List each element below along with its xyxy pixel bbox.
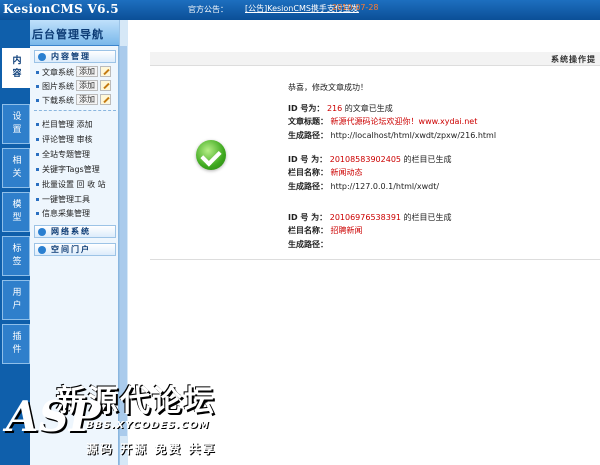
- tab-settings[interactable]: 设置: [2, 104, 30, 144]
- success-check-icon: [196, 140, 226, 170]
- edit-download-icon[interactable]: [100, 94, 111, 105]
- menu-info-collect[interactable]: 信息采集管理: [36, 208, 90, 219]
- menu-image-system[interactable]: 图片系统: [36, 81, 74, 92]
- section-space-portal[interactable]: 空间门户: [34, 243, 116, 256]
- menu-article-system[interactable]: 文章系统: [36, 67, 74, 78]
- edit-article-icon[interactable]: [100, 66, 111, 77]
- success-message: 恭喜，修改文章成功！: [288, 83, 368, 92]
- column1-name-line: 栏目名称： 新闻动态: [288, 168, 363, 177]
- menu-comment-manage[interactable]: 评论管理 审核: [36, 134, 93, 145]
- result-panel: 恭喜，修改文章成功！ ID 号为： 216 的文章已生成 文章标题： 新源代源码…: [150, 66, 600, 260]
- notice-label: 官方公告：: [188, 5, 228, 14]
- tab-model[interactable]: 模型: [2, 192, 30, 232]
- menu-download-system[interactable]: 下载系统: [36, 95, 74, 106]
- article-title-line: 文章标题： 新源代源码论坛欢迎你！www.xydai.net: [288, 117, 478, 126]
- column2-id-line: ID 号 为： 20106976538391 的栏目已生成: [288, 213, 452, 222]
- edit-image-icon[interactable]: [100, 80, 111, 91]
- notice-date: 2010-07-28: [332, 3, 379, 12]
- add-download-button[interactable]: 添加: [76, 94, 98, 105]
- add-image-button[interactable]: 添加: [76, 80, 98, 91]
- section-icon: [38, 228, 46, 236]
- tab-users[interactable]: 用户: [2, 280, 30, 320]
- watermark-asp-logo: ASP: [6, 392, 101, 441]
- tab-related[interactable]: 相关: [2, 148, 30, 188]
- tab-plugins[interactable]: 插件: [2, 324, 30, 364]
- column1-path-line: 生成路径： http://127.0.0.1/html/xwdt/: [288, 182, 440, 191]
- content-title: 系统操作提: [551, 55, 596, 64]
- column1-id-line: ID 号 为： 20108583902405 的栏目已生成: [288, 155, 452, 164]
- menu-batch-recycle[interactable]: 批量设置 回 收 站: [36, 179, 106, 190]
- watermark-slogan: 源码 开源 免费 共享: [86, 442, 217, 456]
- section-network-system[interactable]: 网络系统: [34, 225, 116, 238]
- app-logo: KesionCMS V6.5: [3, 2, 119, 16]
- tab-content[interactable]: 内容: [2, 48, 30, 88]
- menu-oneclick-tools[interactable]: 一键管理工具: [36, 194, 90, 205]
- tab-tags[interactable]: 标签: [2, 236, 30, 276]
- article-id-line: ID 号为： 216 的文章已生成: [288, 104, 393, 113]
- column2-path-line: 生成路径：: [288, 240, 328, 249]
- article-path-line: 生成路径： http://localhost/html/xwdt/zpxw/21…: [288, 131, 497, 140]
- menu-divider: [34, 110, 116, 113]
- top-banner: KesionCMS V6.5 官方公告： [公告]KesionCMS携手支付宝发…: [0, 0, 600, 20]
- menu-topic-manage[interactable]: 全站专题管理: [36, 149, 90, 160]
- add-article-button[interactable]: 添加: [76, 66, 98, 77]
- section-content-manage[interactable]: 内容管理: [34, 50, 116, 63]
- content-header: 系统操作提: [150, 52, 600, 66]
- nav-title: 后台管理导航: [32, 28, 104, 41]
- watermark-url: BBS.XYCODES.COM: [86, 420, 210, 431]
- column2-name-line: 栏目名称： 招聘新闻: [288, 226, 363, 235]
- menu-tags-manage[interactable]: 关键字Tags管理: [36, 164, 100, 175]
- menu-column-manage[interactable]: 栏目管理 添加: [36, 119, 93, 130]
- section-icon: [38, 246, 46, 254]
- section-icon: [38, 53, 46, 61]
